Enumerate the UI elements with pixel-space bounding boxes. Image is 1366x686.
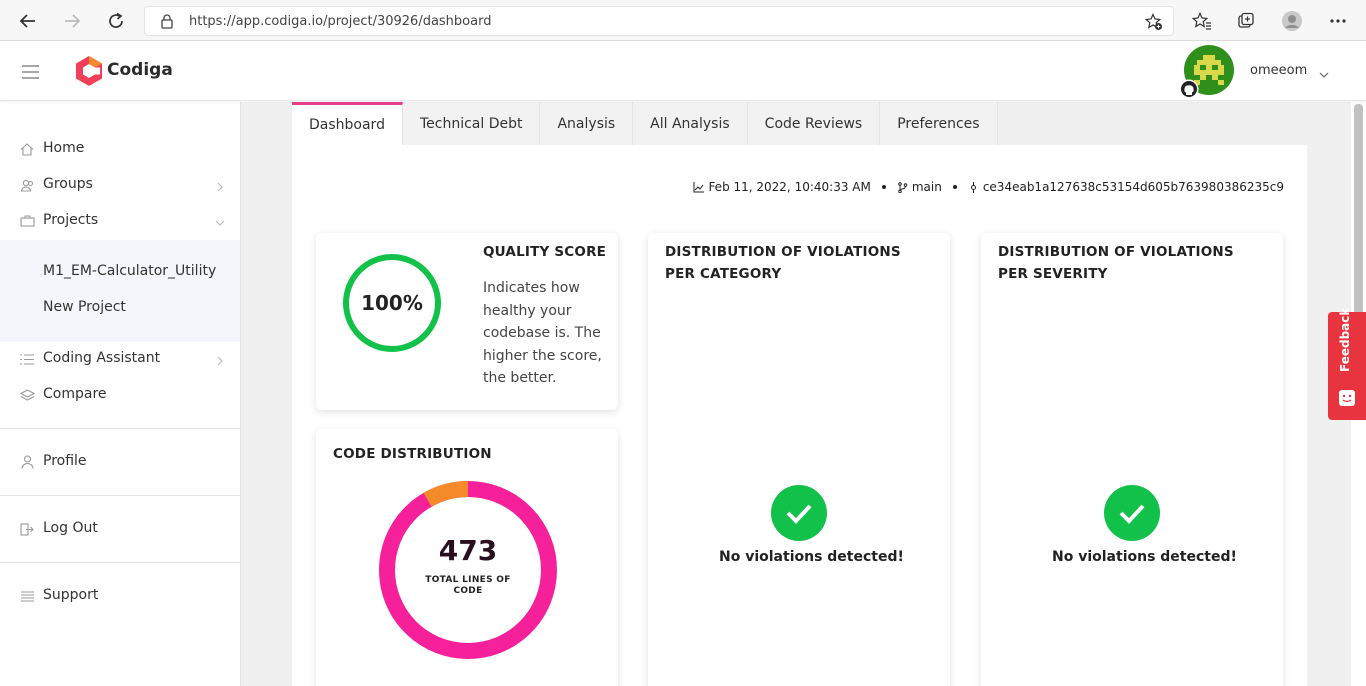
main-content: Dashboard Technical Debt Analysis All An… [241,102,1366,686]
list-icon [19,352,35,366]
quality-score-value: 100% [361,291,423,315]
sidebar-item-label: Projects [43,212,99,228]
address-bar[interactable]: https://app.codiga.io/project/30926/dash… [144,6,1174,36]
sidebar-item-groups[interactable]: Groups [0,170,240,200]
brand-name[interactable]: Codiga [107,60,173,80]
violations-severity-card: DISTRIBUTION OF VIOLATIONS PER SEVERITY … [981,233,1283,686]
commit-icon [970,181,976,193]
separator-dot [881,185,886,189]
tab-preferences[interactable]: Preferences [880,102,998,145]
branch-icon [898,181,908,193]
codiga-logo-icon[interactable] [74,55,104,91]
code-distribution-donut [379,480,557,659]
projects-submenu [0,240,240,342]
sidebar-item-home[interactable]: Home [0,134,240,164]
sidebar-item-compare[interactable]: Compare [0,380,240,410]
groups-icon [19,178,35,192]
tab-code-reviews[interactable]: Code Reviews [747,102,881,145]
forward-icon[interactable] [57,6,87,36]
feedback-label: Feedback [1338,307,1352,372]
favorites-icon[interactable] [1187,6,1217,36]
violations-category-card: DISTRIBUTION OF VIOLATIONS PER CATEGORY … [648,233,950,686]
check-circle-icon [771,485,827,541]
donut-segment-secondary [423,480,469,507]
chevron-right-icon [214,352,226,366]
sidebar-item-label: Coding Assistant [43,350,161,366]
browser-toolbar: https://app.codiga.io/project/30926/dash… [0,0,1366,41]
commit-hash: ce34eab1a127638c53154d605b763980386235c9 [982,180,1284,194]
tab-technical-debt[interactable]: Technical Debt [402,102,541,145]
branch-name: main [911,180,942,194]
sidebar-item-project-m1[interactable]: M1_EM-Calculator_Utility [0,257,240,287]
tab-bar: Dashboard Technical Debt Analysis All An… [292,102,998,145]
sidebar-item-logout[interactable]: Log Out [0,514,240,544]
chevron-down-icon[interactable] [1318,65,1330,84]
lines-icon [19,589,35,603]
quality-score-description: Indicates how healthy your codebase is. … [483,280,602,387]
analysis-meta: Feb 11, 2022, 10:40:33 AM main ce34eab1a… [693,180,1284,194]
sidebar-divider [0,562,240,563]
app-header: Codiga omeeom [0,41,1366,101]
sidebar-item-label: M1_EM-Calculator_Utility [43,263,217,279]
sidebar-item-label: Log Out [43,520,98,536]
sidebar-item-label: Compare [43,386,107,402]
dashboard-panel: Feb 11, 2022, 10:40:33 AM main ce34eab1a… [292,145,1307,686]
user-icon [19,455,35,469]
browser-profile-icon[interactable] [1277,6,1307,36]
violations-severity-title: DISTRIBUTION OF VIOLATIONS PER SEVERITY [998,244,1234,282]
sidebar: Home Groups Projects M1_EM-Calculator_Ut… [0,102,241,686]
lock-icon [161,14,173,33]
sidebar-item-label: Home [43,140,85,156]
quality-score-card: 100% QUALITY SCORE Indicates how healthy… [316,233,618,410]
sidebar-item-coding-assistant[interactable]: Coding Assistant [0,344,240,374]
code-distribution-card: CODE DISTRIBUTION 473 TOTAL LINES OF COD… [316,429,618,686]
chevron-right-icon [214,178,226,192]
check-circle-icon [1104,485,1160,541]
sidebar-divider [0,495,240,496]
chevron-down-icon [214,214,226,226]
sidebar-item-new-project[interactable]: New Project [0,293,240,323]
layers-icon [19,388,35,402]
tab-dashboard[interactable]: Dashboard [292,102,403,145]
tab-analysis[interactable]: Analysis [540,102,634,145]
tab-all-analysis[interactable]: All Analysis [633,102,748,145]
sidebar-divider [0,428,240,429]
sidebar-item-label: Groups [43,176,93,192]
sidebar-item-profile[interactable]: Profile [0,447,240,477]
sidebar-item-label: Profile [43,453,87,469]
projects-icon [19,214,35,228]
feedback-button[interactable]: Feedback [1328,308,1366,420]
home-icon [19,142,35,156]
sidebar-item-support[interactable]: Support [0,581,240,611]
analysis-date: Feb 11, 2022, 10:40:33 AM [708,180,871,194]
sidebar-item-projects[interactable]: Projects [0,206,240,236]
feedback-face-icon [1339,390,1355,410]
hamburger-menu-icon[interactable] [22,64,39,83]
no-violations-message: No violations detected! [1052,549,1237,565]
username[interactable]: omeeom [1250,63,1307,78]
more-options-icon[interactable] [1323,6,1353,36]
no-violations-message: No violations detected! [719,549,904,565]
url-text[interactable]: https://app.codiga.io/project/30926/dash… [189,14,491,29]
total-lines-label: TOTAL LINES OF CODE [425,575,511,596]
scrollbar-thumb[interactable] [1354,104,1363,324]
github-icon [1179,79,1199,103]
chart-icon [693,181,705,192]
code-distribution-title: CODE DISTRIBUTION [333,446,492,462]
violations-category-title: DISTRIBUTION OF VIOLATIONS PER CATEGORY [665,244,901,282]
sidebar-item-label: Support [43,587,99,603]
quality-score-title: QUALITY SCORE [483,244,607,260]
separator-dot [952,185,957,189]
back-icon[interactable] [13,6,43,36]
logout-icon [19,522,35,536]
sidebar-item-label: New Project [43,299,126,315]
total-lines-value: 473 [438,534,498,567]
add-favorite-icon[interactable] [1144,13,1163,35]
refresh-icon[interactable] [101,6,131,36]
collections-icon[interactable] [1231,6,1261,36]
donut-segment-primary [379,481,557,659]
